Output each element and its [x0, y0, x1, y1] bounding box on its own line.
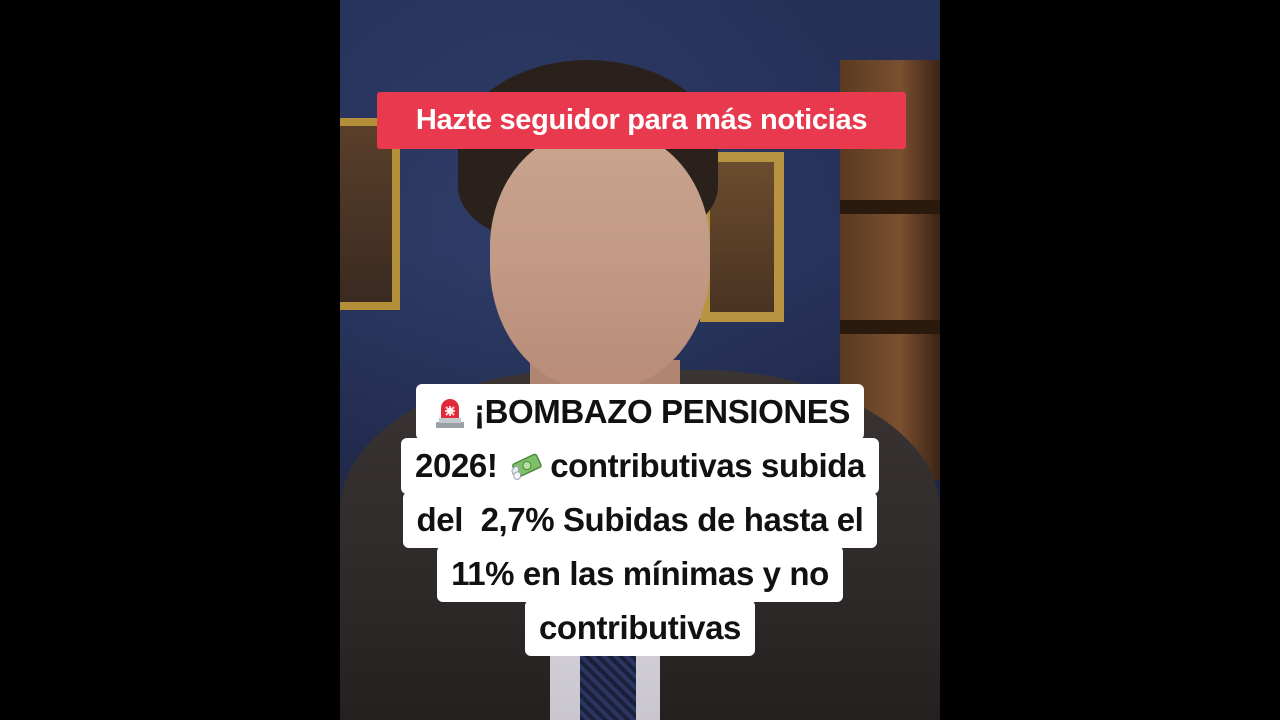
person-face	[490, 130, 710, 390]
follow-banner[interactable]: Hazte seguidor para más noticias	[377, 92, 906, 149]
caption-line: del 2,7% Subidas de hasta el	[402, 492, 878, 548]
police-light-icon	[430, 392, 470, 432]
caption-text-line-1: ¡BOMBAZO PENSIONES	[474, 393, 850, 430]
caption-text-line-4: 11% en las mínimas y no	[451, 555, 829, 592]
shelf-board	[840, 320, 940, 334]
caption-line: 2026! contributivas subida	[401, 438, 879, 494]
caption-text-line-3: del 2,7% Subidas de hasta el	[416, 501, 864, 538]
caption-text-line-5: contributivas	[538, 609, 741, 646]
caption-block: ¡BOMBAZO PENSIONES 2026! contributivas s…	[340, 384, 940, 656]
caption-line: contributivas	[524, 600, 755, 656]
shelf-board	[840, 200, 940, 214]
caption-line: ¡BOMBAZO PENSIONES	[416, 384, 864, 440]
follow-banner-text: Hazte seguidor para más noticias	[415, 104, 868, 136]
caption-text-line-2b: contributivas subida	[550, 447, 865, 484]
caption-line: 11% en las mínimas y no	[437, 546, 843, 602]
video-stage: Hazte seguidor para más noticias ¡BOMBAZ…	[0, 0, 1280, 720]
caption-text-line-2a: 2026!	[415, 447, 507, 484]
money-with-wings-icon	[506, 446, 546, 486]
